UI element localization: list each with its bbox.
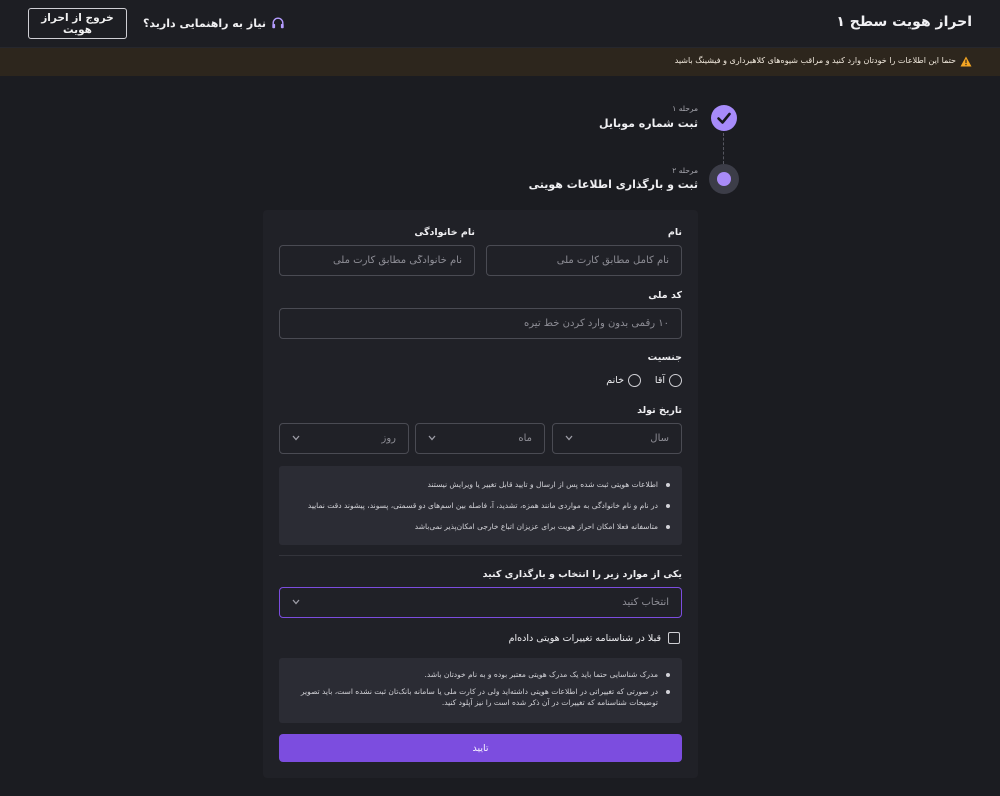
headphones-icon bbox=[272, 17, 284, 29]
step-2-label: ثبت و بارگذاری اطلاعات هویتی bbox=[528, 178, 698, 191]
step-1-label: ثبت شماره موبایل bbox=[599, 117, 698, 130]
note-item: متاسفانه فعلا امکان احراز هویت برای عزیز… bbox=[287, 521, 672, 532]
gender-male-label: آقا bbox=[654, 375, 665, 386]
step-2-caption: مرحله ۲ bbox=[672, 166, 698, 175]
gender-label: جنسیت bbox=[647, 352, 682, 363]
exit-verification-button[interactable]: خروج از احراز هویت bbox=[28, 8, 127, 39]
step-connector bbox=[723, 133, 724, 164]
warning-banner: حتما این اطلاعات را خودتان وارد کنید و م… bbox=[0, 48, 1000, 76]
note-item: در نام و نام خانوادگی به مواردی مانند هم… bbox=[287, 500, 672, 511]
step-1-done-indicator bbox=[711, 105, 737, 131]
note-item: در صورتی که تغییراتی در اطلاعات هویتی دا… bbox=[287, 686, 672, 708]
national-code-label: کد ملی bbox=[648, 290, 682, 301]
submit-button[interactable]: تایید bbox=[279, 734, 682, 762]
identity-form-card: نام نام خانوادگی کد ملی جنسیت آقا خانم ت… bbox=[263, 210, 698, 778]
document-type-select[interactable]: انتخاب کنید bbox=[279, 587, 682, 618]
identity-notes-box: اطلاعات هویتی ثبت شده پس از ارسال و تایی… bbox=[279, 466, 682, 545]
birth-date-label: تاریخ تولد bbox=[637, 405, 682, 416]
document-type-placeholder: انتخاب کنید bbox=[622, 597, 669, 608]
check-icon bbox=[717, 112, 731, 124]
chevron-down-icon bbox=[292, 599, 300, 605]
warning-triangle-icon bbox=[960, 56, 972, 67]
birth-year-select[interactable]: سال bbox=[552, 423, 682, 454]
gender-male-radio[interactable]: آقا bbox=[655, 374, 682, 387]
identity-changed-label: قبلا در شناسنامه تغییرات هویتی داده‌ام bbox=[508, 633, 661, 644]
birth-year-placeholder: سال bbox=[650, 433, 669, 444]
help-label: نیاز به راهنمایی دارید؟ bbox=[143, 16, 266, 30]
birth-month-select[interactable]: ماه bbox=[415, 423, 545, 454]
active-dot bbox=[717, 172, 731, 186]
birth-day-select[interactable]: روز bbox=[279, 423, 409, 454]
chevron-down-icon bbox=[428, 435, 436, 441]
gender-female-label: خانم bbox=[606, 375, 624, 386]
last-name-label: نام خانوادگی bbox=[414, 227, 475, 238]
warning-text: حتما این اطلاعات را خودتان وارد کنید و م… bbox=[674, 56, 956, 65]
first-name-input[interactable] bbox=[486, 245, 682, 276]
birth-month-placeholder: ماه bbox=[518, 433, 532, 444]
document-label: یکی از موارد زیر را انتخاب و بارگذاری کن… bbox=[482, 569, 682, 580]
last-name-input[interactable] bbox=[279, 245, 475, 276]
note-item: مدرک شناسایی حتما باید یک مدرک هویتی معت… bbox=[287, 669, 672, 680]
radio-circle-icon bbox=[669, 374, 682, 387]
help-link[interactable]: نیاز به راهنمایی دارید؟ bbox=[143, 16, 285, 30]
document-notes-box: مدرک شناسایی حتما باید یک مدرک هویتی معت… bbox=[279, 658, 682, 723]
top-header: احراز هویت سطح ۱ نیاز به راهنمایی دارید؟… bbox=[0, 0, 1000, 48]
chevron-down-icon bbox=[565, 435, 573, 441]
radio-circle-icon bbox=[628, 374, 641, 387]
page-title: احراز هویت سطح ۱ bbox=[836, 14, 972, 30]
chevron-down-icon bbox=[292, 435, 300, 441]
gender-female-radio[interactable]: خانم bbox=[606, 374, 641, 387]
national-code-input[interactable] bbox=[279, 308, 682, 339]
identity-changed-checkbox[interactable] bbox=[668, 632, 680, 644]
note-item: اطلاعات هویتی ثبت شده پس از ارسال و تایی… bbox=[287, 479, 672, 490]
section-divider bbox=[279, 555, 682, 556]
first-name-label: نام bbox=[667, 227, 682, 238]
step-1-caption: مرحله ۱ bbox=[672, 104, 698, 113]
step-2-active-indicator bbox=[709, 164, 739, 194]
birth-day-placeholder: روز bbox=[381, 433, 397, 444]
